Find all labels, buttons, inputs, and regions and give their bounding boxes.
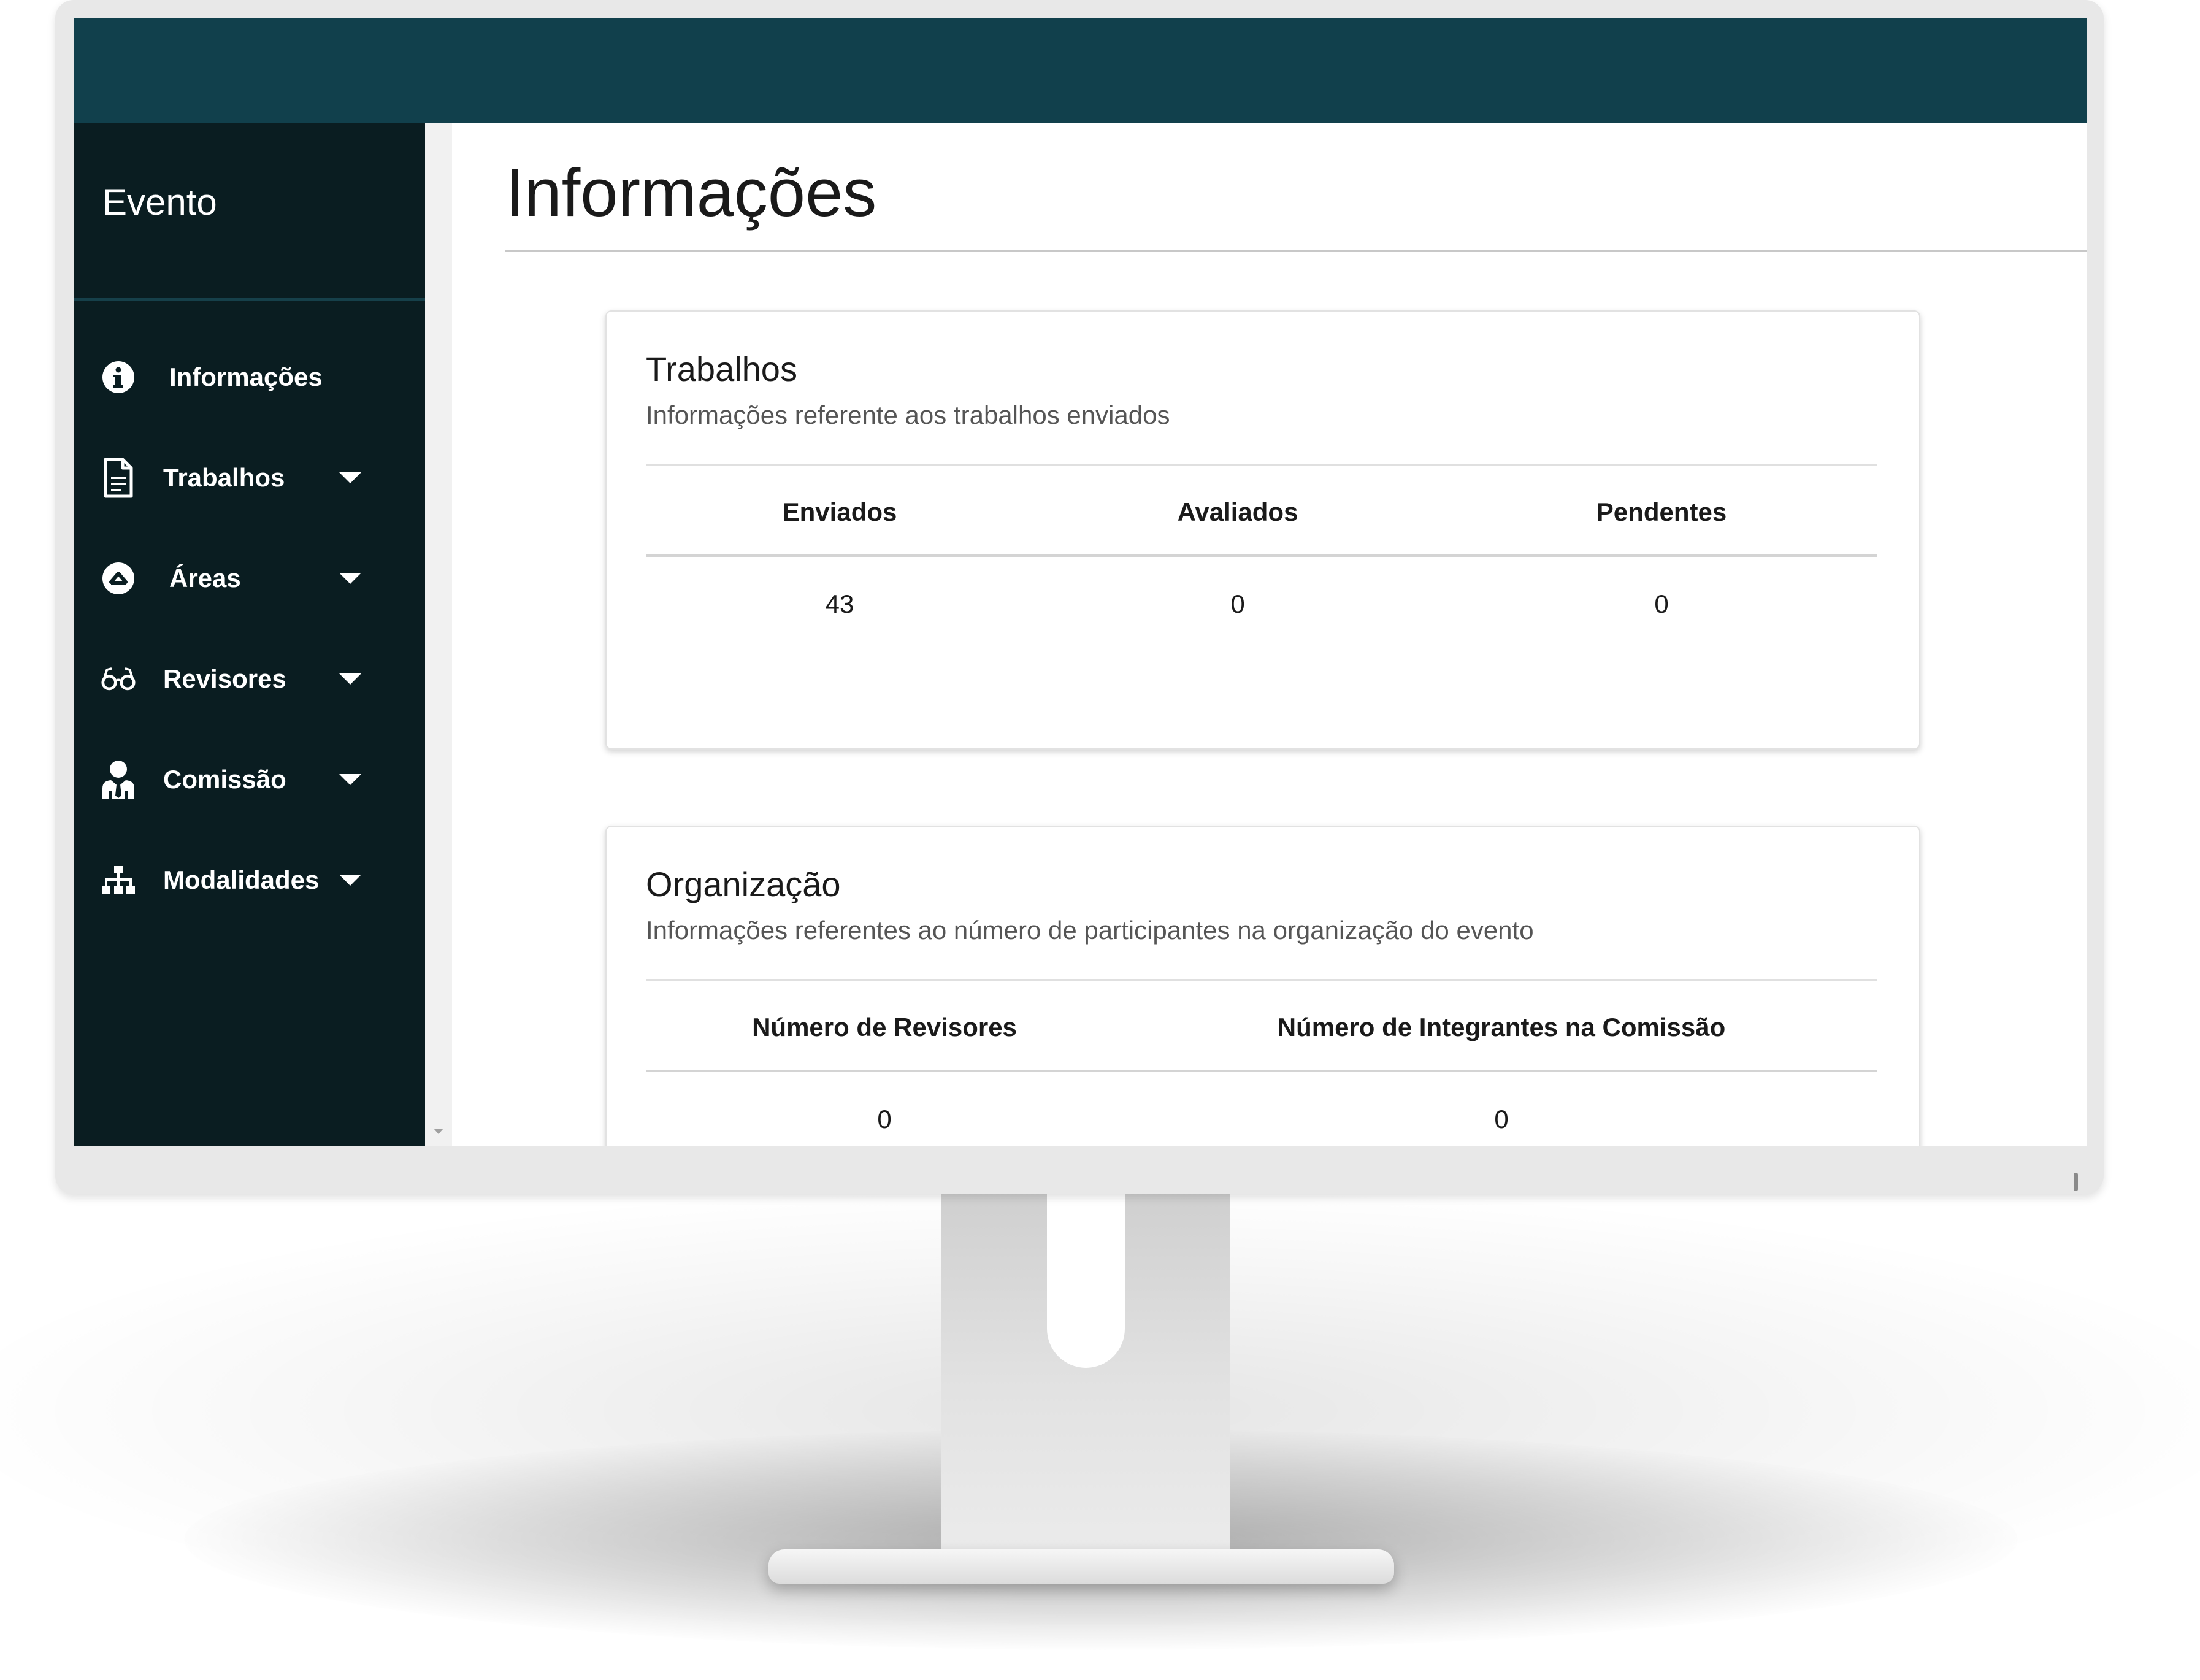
column-header-avaliados: Avaliados xyxy=(1177,497,1298,526)
card-subtitle: Informações referentes ao número de part… xyxy=(646,916,1534,945)
monitor-stand-base xyxy=(768,1549,1394,1584)
glasses-icon xyxy=(101,662,136,696)
card-subtitle: Informações referente aos trabalhos envi… xyxy=(646,401,1170,429)
sitemap-icon xyxy=(101,863,136,897)
value-pendentes: 0 xyxy=(1654,589,1669,618)
table-header-rule xyxy=(646,1070,1877,1072)
user-tie-icon xyxy=(101,761,136,799)
info-circle-icon xyxy=(101,360,136,394)
scroll-down-arrow-icon[interactable] xyxy=(434,1129,443,1134)
sidebar-item-revisores[interactable]: Revisores xyxy=(74,645,425,713)
value-numero-revisores: 0 xyxy=(877,1105,892,1133)
table-top-rule xyxy=(646,979,1877,981)
organizacao-card: Organização Informações referentes ao nú… xyxy=(605,826,1920,1146)
card-title: Trabalhos xyxy=(646,350,797,388)
sidebar-item-areas[interactable]: Áreas xyxy=(74,545,425,612)
page-title: Informações xyxy=(505,155,877,231)
sidebar-item-label: Modalidades xyxy=(163,865,320,894)
title-divider xyxy=(505,250,2087,252)
file-text-icon xyxy=(101,458,136,498)
sidebar: Evento Informações Trabalhos Áreas Revis… xyxy=(74,123,425,1146)
chevron-down-icon[interactable] xyxy=(339,573,361,584)
sidebar-item-label: Comissão xyxy=(163,765,286,794)
top-navbar xyxy=(74,18,2087,123)
sidebar-title: Evento xyxy=(102,182,217,223)
value-enviados: 43 xyxy=(825,589,854,618)
monitor-screen: Evento Informações Trabalhos Áreas Revis… xyxy=(74,18,2087,1146)
scrollbar[interactable] xyxy=(425,123,452,1146)
monitor-power-indicator xyxy=(2074,1173,2078,1191)
column-header-numero-revisores: Número de Revisores xyxy=(752,1013,1017,1041)
value-avaliados: 0 xyxy=(1230,589,1245,618)
sidebar-item-label: Revisores xyxy=(163,664,286,693)
sidebar-divider xyxy=(74,298,425,301)
column-header-pendentes: Pendentes xyxy=(1596,497,1727,526)
sidebar-item-label: Áreas xyxy=(169,564,241,593)
trabalhos-card: Trabalhos Informações referente aos trab… xyxy=(605,310,1920,750)
main-content: Informações Trabalhos Informações refere… xyxy=(452,123,2087,1146)
chevron-down-icon[interactable] xyxy=(339,774,361,785)
sidebar-item-modalidades[interactable]: Modalidades xyxy=(74,846,425,914)
chevron-down-icon[interactable] xyxy=(339,673,361,685)
chevron-down-icon[interactable] xyxy=(339,875,361,886)
monitor-stand-cable-slot xyxy=(1047,1190,1125,1368)
chevron-up-circle-icon xyxy=(101,561,136,596)
column-header-numero-comissao: Número de Integrantes na Comissão xyxy=(1277,1013,1726,1041)
chevron-down-icon[interactable] xyxy=(339,472,361,483)
sidebar-item-trabalhos[interactable]: Trabalhos xyxy=(74,444,425,512)
sidebar-item-label: Trabalhos xyxy=(163,463,285,492)
sidebar-item-comissao[interactable]: Comissão xyxy=(74,746,425,813)
sidebar-item-label: Informações xyxy=(169,362,323,391)
value-numero-comissao: 0 xyxy=(1494,1105,1509,1133)
column-header-enviados: Enviados xyxy=(782,497,897,526)
card-title: Organização xyxy=(646,865,841,903)
table-header-rule xyxy=(646,554,1877,557)
table-top-rule xyxy=(646,464,1877,466)
sidebar-item-informacoes[interactable]: Informações xyxy=(74,343,425,411)
